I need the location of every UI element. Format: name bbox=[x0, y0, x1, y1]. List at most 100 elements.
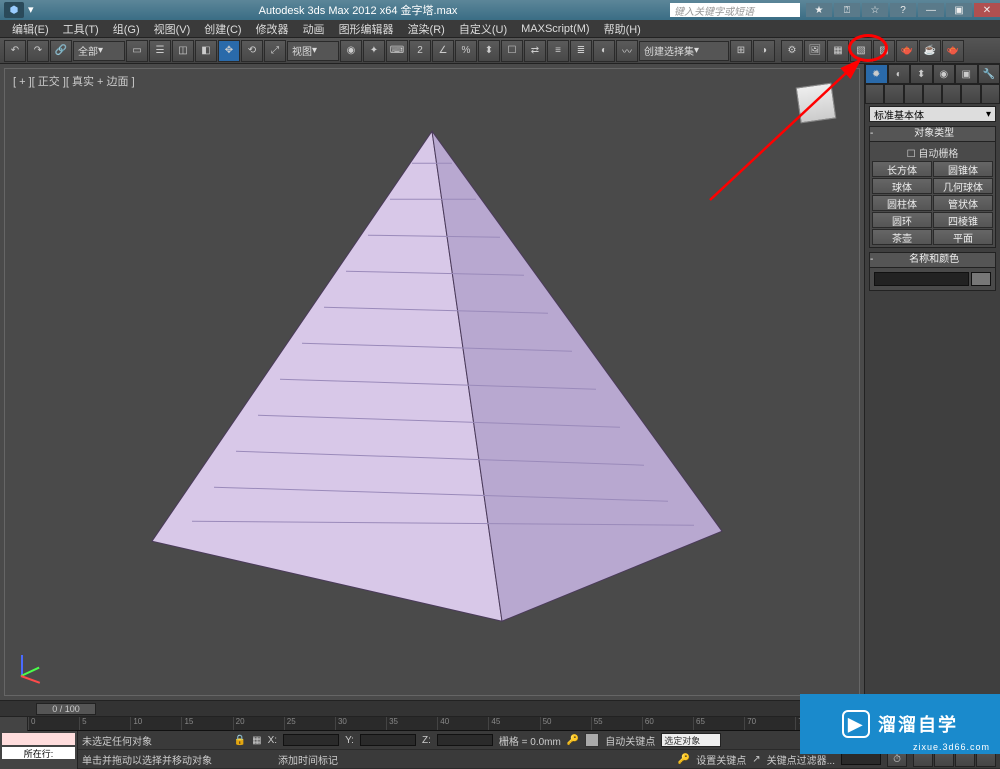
layer-dropdown[interactable]: 全部 ▾ bbox=[73, 41, 125, 61]
menu-maxscript[interactable]: MAXScript(M) bbox=[515, 23, 595, 35]
minimize-button[interactable]: — bbox=[918, 3, 944, 17]
hierarchy-tab-icon[interactable]: ⬍ bbox=[910, 64, 933, 84]
lock-icon[interactable]: 🔒 bbox=[234, 735, 246, 746]
close-button[interactable]: ✕ bbox=[974, 3, 1000, 17]
infocenter-icon[interactable]: ★ bbox=[806, 3, 832, 17]
redo-icon[interactable]: ↷ bbox=[27, 40, 49, 62]
namecolor-rollout-header[interactable]: -名称和颜色 bbox=[869, 252, 996, 268]
render-setup-icon[interactable]: ⚙ bbox=[781, 40, 803, 62]
keymode-icon[interactable]: ↗ bbox=[752, 754, 760, 765]
y-coord-input[interactable] bbox=[360, 734, 416, 746]
geometry-subtab-icon[interactable] bbox=[865, 84, 884, 104]
select-scale-icon[interactable]: ⤢ bbox=[264, 40, 286, 62]
snap-percent-icon[interactable]: % bbox=[455, 40, 477, 62]
render-production-icon[interactable]: ▧ bbox=[850, 40, 872, 62]
geosphere-button[interactable]: 几何球体 bbox=[933, 178, 993, 194]
favorites-icon[interactable]: ☆ bbox=[862, 3, 888, 17]
modify-tab-icon[interactable]: ◐ bbox=[888, 64, 911, 84]
render-preset-icon[interactable]: ▨ bbox=[873, 40, 895, 62]
frame-indicator[interactable]: 0 / 100 bbox=[36, 703, 96, 715]
cone-button[interactable]: 圆锥体 bbox=[933, 161, 993, 177]
menu-help[interactable]: 帮助(H) bbox=[598, 21, 647, 37]
object-color-swatch[interactable] bbox=[971, 272, 991, 286]
setkey-icon[interactable]: 🔑 bbox=[678, 754, 690, 765]
autogrid-checkbox[interactable]: ☐ 自动栅格 bbox=[872, 144, 993, 161]
menu-grapheditors[interactable]: 图形编辑器 bbox=[333, 21, 400, 37]
help-search-input[interactable]: 键入关键字或短语 bbox=[670, 3, 800, 17]
systems-subtab-icon[interactable] bbox=[981, 84, 1000, 104]
layer-manager-icon[interactable]: ≣ bbox=[570, 40, 592, 62]
menu-views[interactable]: 视图(V) bbox=[148, 21, 197, 37]
spacewarps-subtab-icon[interactable] bbox=[961, 84, 980, 104]
menu-edit[interactable]: 编辑(E) bbox=[6, 21, 55, 37]
snap-2d-icon[interactable]: 2 bbox=[409, 40, 431, 62]
viewport[interactable]: [ + ][ 正交 ][ 真实 + 边面 ] bbox=[4, 68, 860, 696]
objecttype-rollout-header[interactable]: -对象类型 bbox=[869, 126, 996, 142]
pyramid-object[interactable] bbox=[112, 101, 752, 641]
use-pivot-icon[interactable]: ◉ bbox=[340, 40, 362, 62]
select-rotate-icon[interactable]: ⟲ bbox=[241, 40, 263, 62]
select-object-icon[interactable]: ▭ bbox=[126, 40, 148, 62]
render-icon[interactable]: 🫖 bbox=[896, 40, 918, 62]
sphere-button[interactable]: 球体 bbox=[872, 178, 932, 194]
plane-button[interactable]: 平面 bbox=[933, 229, 993, 245]
teapot-button[interactable]: 茶壶 bbox=[872, 229, 932, 245]
undo-icon[interactable]: ↶ bbox=[4, 40, 26, 62]
key-lock-icon[interactable]: 🔑 bbox=[567, 735, 579, 746]
current-frame-input[interactable] bbox=[841, 753, 881, 765]
motion-tab-icon[interactable]: ◉ bbox=[933, 64, 956, 84]
cylinder-button[interactable]: 圆柱体 bbox=[872, 195, 932, 211]
menu-animation[interactable]: 动画 bbox=[297, 21, 331, 37]
torus-button[interactable]: 圆环 bbox=[872, 212, 932, 228]
category-dropdown[interactable]: 标准基本体▾ bbox=[869, 106, 996, 122]
tube-button[interactable]: 管状体 bbox=[933, 195, 993, 211]
script-listener[interactable]: 所在行: bbox=[0, 731, 78, 769]
trackbar-toggle-icon[interactable] bbox=[0, 717, 28, 731]
mirror-icon[interactable]: ⇄ bbox=[524, 40, 546, 62]
lights-subtab-icon[interactable] bbox=[904, 84, 923, 104]
align-icon[interactable]: ≡ bbox=[547, 40, 569, 62]
selected-object-input[interactable]: 选定对象 bbox=[661, 733, 721, 747]
quick-render-icon[interactable]: ☕ bbox=[919, 40, 941, 62]
rendered-frame-icon[interactable]: 🖼 bbox=[804, 40, 826, 62]
keyboard-shortcut-icon[interactable]: ⌨ bbox=[386, 40, 408, 62]
object-name-input[interactable] bbox=[874, 272, 969, 286]
select-by-name-icon[interactable]: ☰ bbox=[149, 40, 171, 62]
menu-customize[interactable]: 自定义(U) bbox=[453, 21, 513, 37]
add-time-tag[interactable]: 添加时间标记 bbox=[278, 752, 338, 767]
spinner-snap-icon[interactable]: ⬍ bbox=[478, 40, 500, 62]
window-crossing-icon[interactable]: ◧ bbox=[195, 40, 217, 62]
viewport-label[interactable]: [ + ][ 正交 ][ 真实 + 边面 ] bbox=[13, 73, 135, 89]
x-coord-input[interactable] bbox=[283, 734, 339, 746]
create-tab-icon[interactable]: ✹ bbox=[865, 64, 888, 84]
render-last-icon[interactable]: 🫖 bbox=[942, 40, 964, 62]
curve-editor-icon[interactable]: 〰 bbox=[616, 40, 638, 62]
isolate-icon[interactable]: ▦ bbox=[252, 735, 261, 746]
shapes-subtab-icon[interactable] bbox=[884, 84, 903, 104]
maximize-button[interactable]: ▣ bbox=[946, 3, 972, 17]
menu-modifiers[interactable]: 修改器 bbox=[250, 21, 295, 37]
menu-create[interactable]: 创建(C) bbox=[198, 21, 247, 37]
cameras-subtab-icon[interactable] bbox=[923, 84, 942, 104]
material-editor-icon[interactable]: ◑ bbox=[753, 40, 775, 62]
pyramid-button[interactable]: 四棱锥 bbox=[933, 212, 993, 228]
link-icon[interactable]: 🔗 bbox=[50, 40, 72, 62]
menu-group[interactable]: 组(G) bbox=[107, 21, 146, 37]
viewcube[interactable] bbox=[791, 79, 841, 129]
help-icon[interactable]: ? bbox=[890, 3, 916, 17]
named-selection-icon[interactable]: ☐ bbox=[501, 40, 523, 62]
refcoord-dropdown[interactable]: 视图 ▾ bbox=[287, 41, 339, 61]
selection-set-dropdown[interactable]: 创建选择集 ▾ bbox=[639, 41, 729, 61]
app-menu-icon[interactable]: ▾ bbox=[28, 3, 42, 17]
menu-tools[interactable]: 工具(T) bbox=[57, 21, 105, 37]
snap-angle-icon[interactable]: ∠ bbox=[432, 40, 454, 62]
select-move-icon[interactable]: ✥ bbox=[218, 40, 240, 62]
render-iterative-icon[interactable]: ▦ bbox=[827, 40, 849, 62]
menu-rendering[interactable]: 渲染(R) bbox=[402, 21, 451, 37]
utilities-tab-icon[interactable]: 🔧 bbox=[978, 64, 1000, 84]
graphite-icon[interactable]: ◐ bbox=[593, 40, 615, 62]
autokey-toggle[interactable] bbox=[585, 733, 599, 747]
select-manipulate-icon[interactable]: ✦ bbox=[363, 40, 385, 62]
signin-icon[interactable]: ⍰ bbox=[834, 3, 860, 17]
box-button[interactable]: 长方体 bbox=[872, 161, 932, 177]
